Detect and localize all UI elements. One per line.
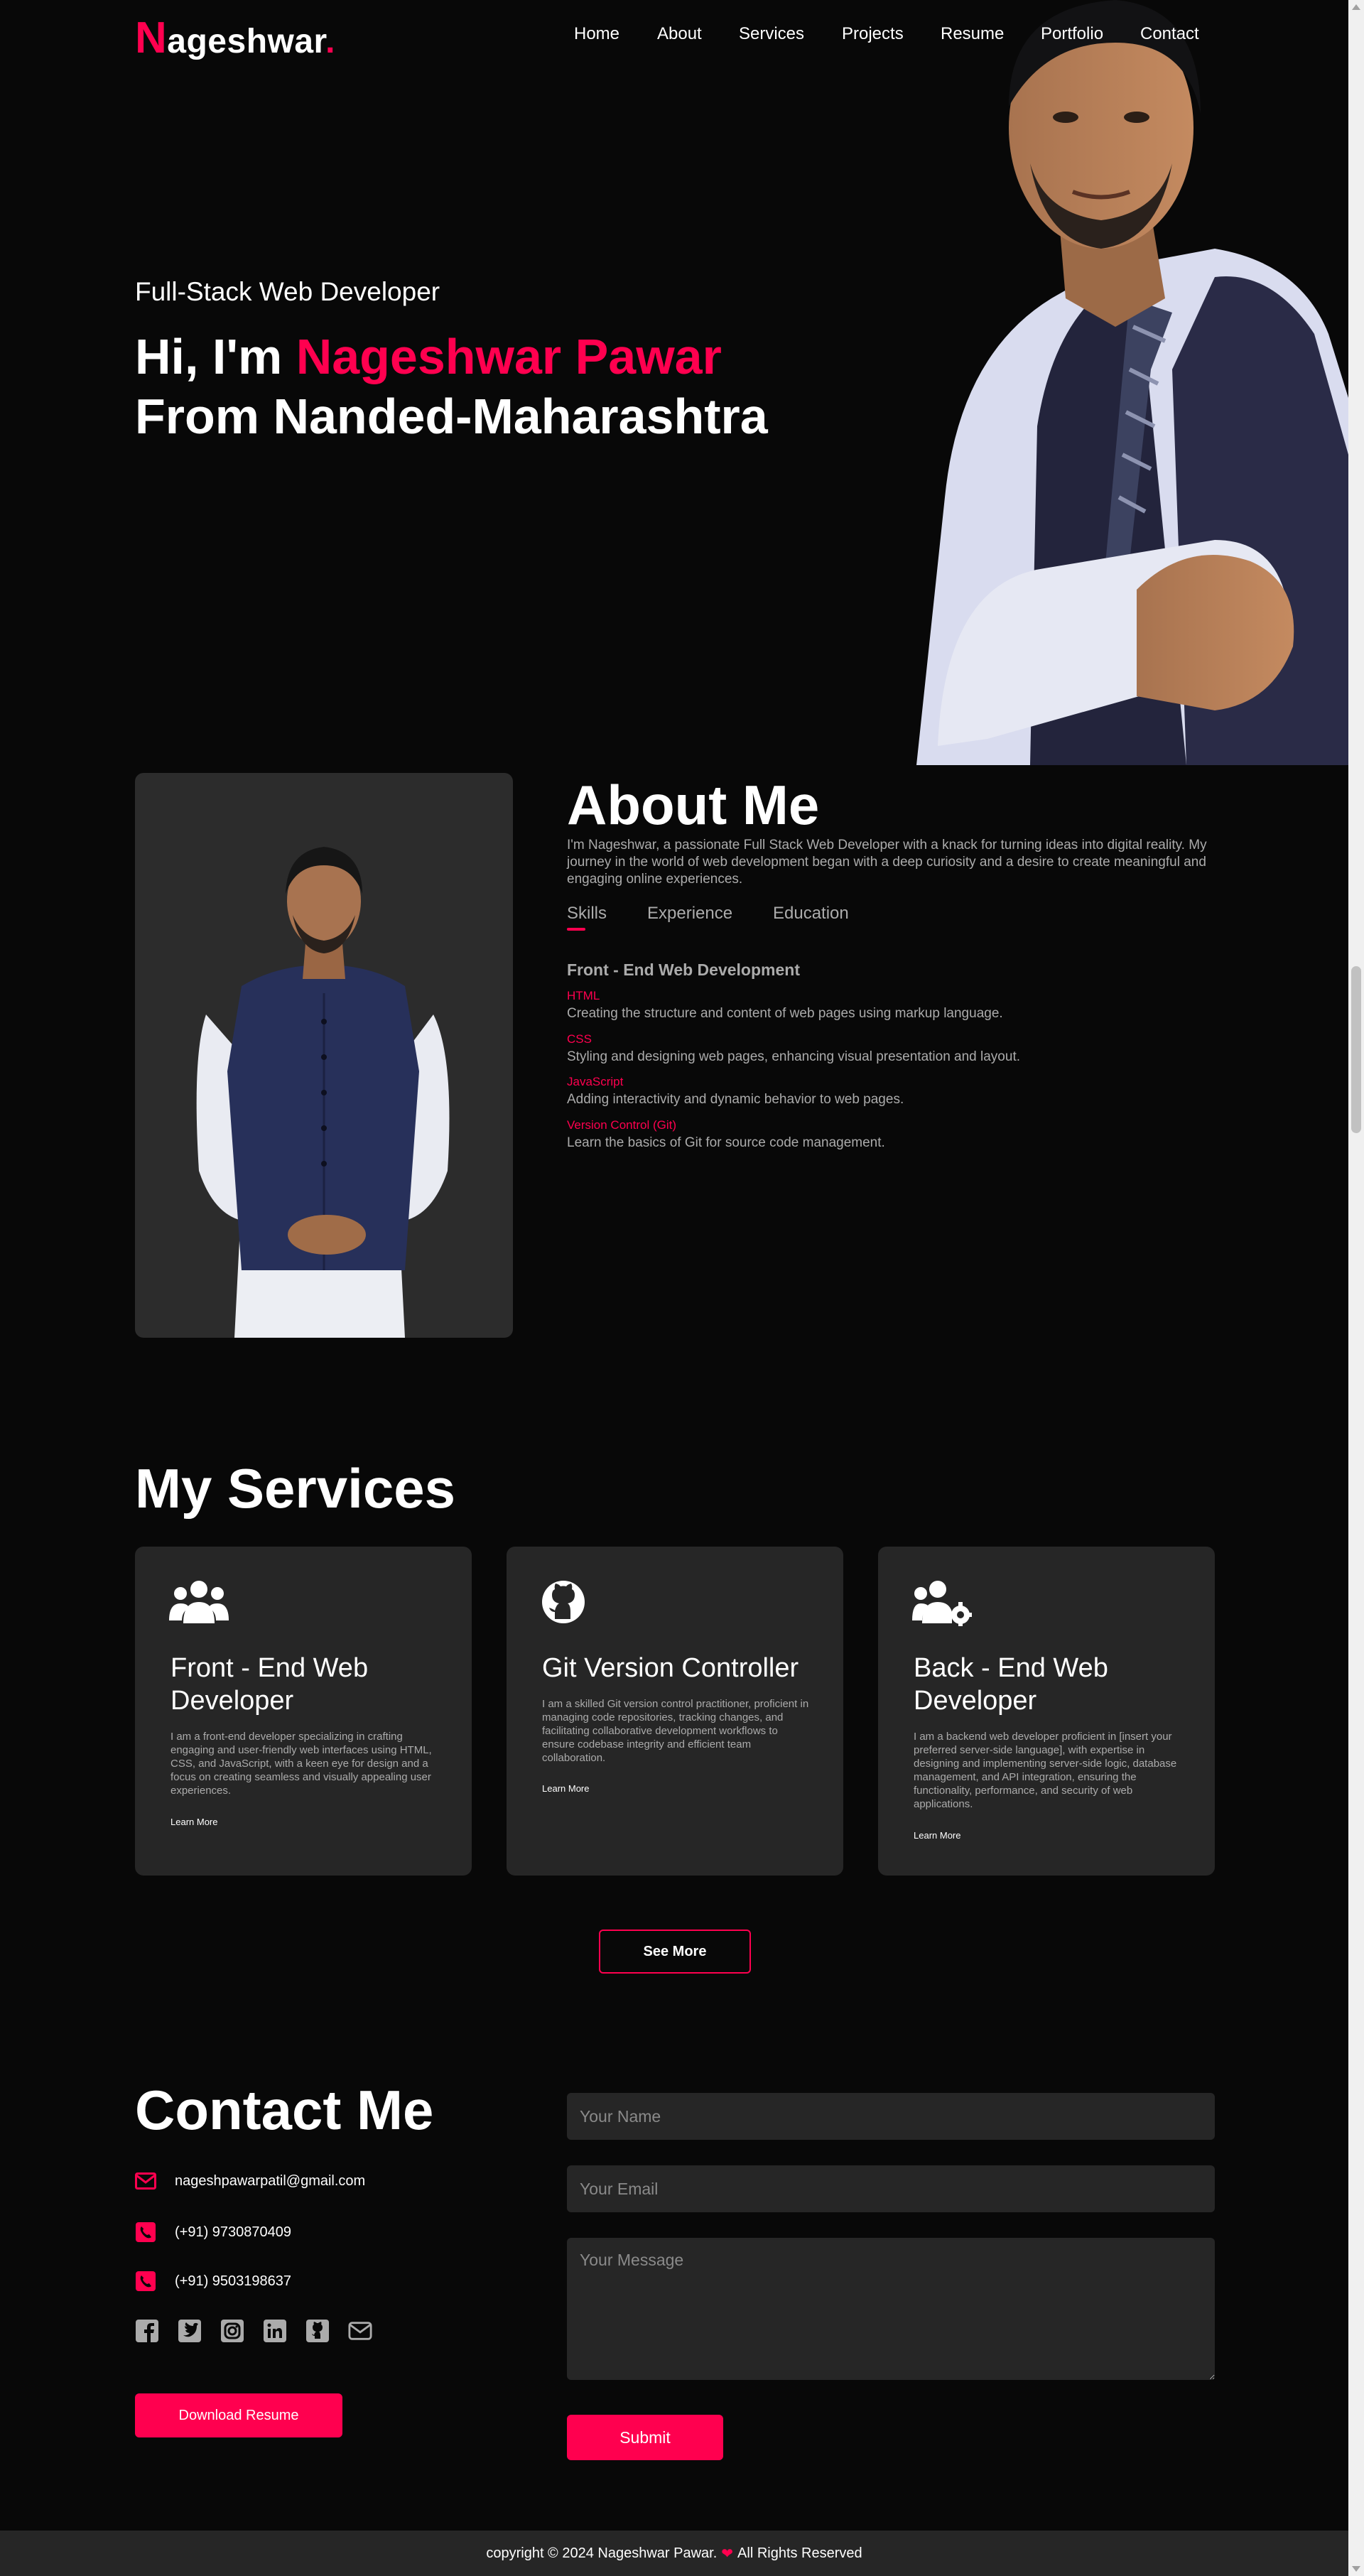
nav-contact[interactable]: Contact — [1140, 24, 1199, 44]
linkedin-icon[interactable] — [263, 2319, 287, 2343]
email-text[interactable]: nageshpawarpatil@gmail.com — [175, 2173, 365, 2190]
about-description: I'm Nageshwar, a passionate Full Stack W… — [567, 838, 1207, 887]
contact-title: Contact Me — [135, 2079, 434, 2141]
contact-phone: (+91) 9730870409 — [135, 2222, 291, 2242]
instagram-icon[interactable] — [220, 2319, 244, 2343]
skill-name: CSS — [567, 1032, 592, 1046]
twitter-icon[interactable] — [178, 2319, 202, 2343]
email-input[interactable] — [567, 2165, 1215, 2212]
nav-projects[interactable]: Projects — [842, 24, 904, 44]
download-resume-button[interactable]: Download Resume — [135, 2393, 342, 2437]
envelope-icon — [135, 2171, 156, 2191]
service-card: Front - End Web Developer I am a front-e… — [135, 1547, 472, 1876]
hero-portrait-image — [916, 0, 1348, 765]
message-textarea[interactable] — [567, 2238, 1215, 2380]
hero-greeting: Hi, I'm — [135, 329, 296, 384]
service-title: Git Version Controller — [542, 1653, 799, 1683]
service-card: Git Version Controller I am a skilled Gi… — [507, 1547, 843, 1876]
hero-section: Nageshwar. Home About Services Projects … — [0, 0, 1348, 765]
scroll-thumb[interactable] — [1351, 966, 1361, 1133]
phone-text[interactable]: (+91) 9503198637 — [175, 2273, 291, 2290]
page: Nageshwar. Home About Services Projects … — [0, 0, 1348, 2576]
github-icon — [541, 1579, 586, 1628]
nav-home[interactable]: Home — [574, 24, 619, 44]
about-portrait-image — [196, 847, 450, 1338]
heart-icon: ❤ — [721, 2545, 734, 2562]
users-gear-icon — [912, 1579, 972, 1630]
phone-text[interactable]: (+91) 9730870409 — [175, 2224, 291, 2241]
skill-item: CSS Styling and designing web pages, enh… — [567, 1032, 1020, 1065]
users-icon — [169, 1579, 229, 1630]
skill-desc: Learn the basics of Git for source code … — [567, 1135, 885, 1150]
scroll-up-arrow[interactable] — [1352, 4, 1360, 10]
service-desc: I am a front-end developer specializing … — [170, 1731, 432, 1797]
learn-more-link[interactable]: Learn More — [170, 1817, 217, 1827]
hero-location: From Nanded-Maharashtra — [135, 389, 768, 444]
github-icon[interactable] — [305, 2319, 330, 2343]
phone-icon — [135, 2222, 156, 2242]
phone-icon — [135, 2271, 156, 2291]
nav-portfolio[interactable]: Portfolio — [1041, 24, 1103, 44]
skill-desc: Creating the structure and content of we… — [567, 1006, 1003, 1021]
site-logo[interactable]: Nageshwar. — [135, 13, 335, 63]
skill-name: Version Control (Git) — [567, 1118, 676, 1132]
page-scrollbar[interactable] — [1348, 0, 1364, 2576]
logo-initial: N — [135, 13, 168, 63]
skill-desc: Adding interactivity and dynamic behavio… — [567, 1092, 904, 1107]
hero-heading: Hi, I'm Nageshwar Pawar From Nanded-Maha… — [135, 327, 768, 446]
logo-dot: . — [325, 23, 335, 60]
nav-services[interactable]: Services — [739, 24, 804, 44]
learn-more-link[interactable]: Learn More — [542, 1783, 589, 1794]
service-title: Back - End Web Developer — [914, 1653, 1108, 1716]
about-title: About Me — [567, 774, 820, 836]
contact-phone: (+91) 9503198637 — [135, 2271, 291, 2291]
services-title: My Services — [135, 1457, 455, 1520]
name-input[interactable] — [567, 2093, 1215, 2140]
service-card: Back - End Web Developer I am a backend … — [878, 1547, 1215, 1876]
nav-resume[interactable]: Resume — [941, 24, 1004, 44]
active-tab-underline — [567, 928, 585, 931]
skill-name: HTML — [567, 989, 600, 1002]
service-desc: I am a skilled Git version control pract… — [542, 1698, 809, 1764]
footer: copyright © 2024 Nageshwar Pawar. ❤ All … — [0, 2531, 1348, 2576]
submit-button[interactable]: Submit — [567, 2415, 723, 2460]
tab-experience[interactable]: Experience — [647, 904, 732, 924]
copyright-text: copyright © 2024 Nageshwar Pawar. — [486, 2545, 718, 2561]
social-links — [135, 2319, 372, 2343]
skill-desc: Styling and designing web pages, enhanci… — [567, 1049, 1021, 1064]
learn-more-link[interactable]: Learn More — [914, 1830, 960, 1841]
tab-education[interactable]: Education — [773, 904, 849, 924]
service-desc: I am a backend web developer proficient … — [914, 1731, 1177, 1810]
hero-name: Nageshwar Pawar — [296, 329, 722, 384]
service-title: Front - End Web Developer — [170, 1653, 369, 1716]
hero-subtitle: Full-Stack Web Developer — [135, 277, 440, 306]
skill-item: Version Control (Git) Learn the basics o… — [567, 1118, 885, 1151]
skill-name: JavaScript — [567, 1075, 624, 1088]
rights-text: All Rights Reserved — [737, 2545, 862, 2561]
tab-skills[interactable]: Skills — [567, 904, 607, 924]
skill-item: JavaScript Adding interactivity and dyna… — [567, 1075, 904, 1108]
facebook-icon[interactable] — [135, 2319, 159, 2343]
skills-heading: Front - End Web Development — [567, 960, 800, 979]
about-photo-card — [135, 773, 513, 1338]
contact-email: nageshpawarpatil@gmail.com — [135, 2171, 365, 2191]
see-more-button[interactable]: See More — [599, 1930, 751, 1974]
logo-text: ageshwar — [167, 23, 326, 60]
envelope-icon[interactable] — [348, 2319, 372, 2343]
nav-about[interactable]: About — [657, 24, 702, 44]
skill-item: HTML Creating the structure and content … — [567, 989, 1003, 1022]
scroll-down-arrow[interactable] — [1352, 2566, 1360, 2572]
